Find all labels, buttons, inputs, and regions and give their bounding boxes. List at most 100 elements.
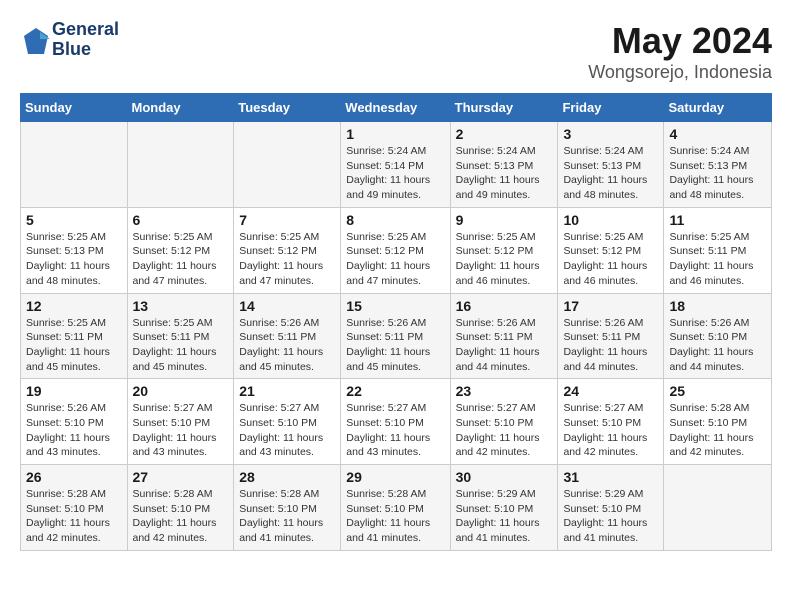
column-header-thursday: Thursday: [450, 94, 558, 122]
day-info: Sunrise: 5:26 AM Sunset: 5:11 PM Dayligh…: [456, 316, 553, 375]
calendar-cell: 4 Sunrise: 5:24 AM Sunset: 5:13 PM Daylig…: [664, 122, 772, 208]
day-info: Sunrise: 5:27 AM Sunset: 5:10 PM Dayligh…: [456, 401, 553, 460]
day-number: 15: [346, 298, 444, 314]
calendar-cell: [21, 122, 128, 208]
calendar-cell: 24Sunrise: 5:27 AM Sunset: 5:10 PM Dayli…: [558, 379, 664, 465]
logo-icon: [20, 26, 48, 54]
day-number: 31: [563, 469, 658, 485]
day-info: Sunrise: 5:28 AM Sunset: 5:10 PM Dayligh…: [239, 487, 335, 546]
day-info: Sunrise: 5:25 AM Sunset: 5:11 PM Dayligh…: [133, 316, 229, 375]
calendar-cell: 2 Sunrise: 5:24 AM Sunset: 5:13 PM Daylig…: [450, 122, 558, 208]
day-number: 4: [669, 126, 766, 142]
column-header-sunday: Sunday: [21, 94, 128, 122]
day-number: 3: [563, 126, 658, 142]
day-number: 2: [456, 126, 553, 142]
day-number: 30: [456, 469, 553, 485]
day-number: 9: [456, 212, 553, 228]
day-info: Sunrise: 5:25 AM Sunset: 5:12 PM Dayligh…: [239, 230, 335, 289]
calendar-cell: 31 Sunrise: 5:29 AM Sunset: 5:10 PM Dayli…: [558, 465, 664, 551]
day-info: Sunrise: 5:24 AM Sunset: 5:13 PM Dayligh…: [456, 144, 553, 203]
column-header-tuesday: Tuesday: [234, 94, 341, 122]
calendar-cell: [127, 122, 234, 208]
day-number: 26: [26, 469, 122, 485]
calendar-cell: [234, 122, 341, 208]
day-number: 11: [669, 212, 766, 228]
day-info: Sunrise: 5:25 AM Sunset: 5:12 PM Dayligh…: [133, 230, 229, 289]
calendar-cell: 7 Sunrise: 5:25 AM Sunset: 5:12 PM Daylig…: [234, 207, 341, 293]
calendar-cell: 20 Sunrise: 5:27 AM Sunset: 5:10 PM Dayli…: [127, 379, 234, 465]
day-info: Sunrise: 5:25 AM Sunset: 5:12 PM Dayligh…: [346, 230, 444, 289]
day-number: 6: [133, 212, 229, 228]
day-number: 25: [669, 383, 766, 399]
day-number: 28: [239, 469, 335, 485]
day-number: 5: [26, 212, 122, 228]
column-header-saturday: Saturday: [664, 94, 772, 122]
day-number: 24: [563, 383, 658, 399]
day-number: 29: [346, 469, 444, 485]
calendar-header-row: SundayMondayTuesdayWednesdayThursdayFrid…: [21, 94, 772, 122]
calendar-cell: 25Sunrise: 5:28 AM Sunset: 5:10 PM Dayli…: [664, 379, 772, 465]
page-title: May 2024: [588, 20, 772, 62]
page-subtitle: Wongsorejo, Indonesia: [588, 62, 772, 83]
day-info: Sunrise: 5:24 AM Sunset: 5:13 PM Dayligh…: [563, 144, 658, 203]
calendar-cell: 14 Sunrise: 5:26 AM Sunset: 5:11 PM Dayli…: [234, 293, 341, 379]
day-info: Sunrise: 5:26 AM Sunset: 5:10 PM Dayligh…: [26, 401, 122, 460]
day-number: 14: [239, 298, 335, 314]
logo: General Blue: [20, 20, 119, 60]
day-info: Sunrise: 5:29 AM Sunset: 5:10 PM Dayligh…: [563, 487, 658, 546]
day-info: Sunrise: 5:26 AM Sunset: 5:11 PM Dayligh…: [239, 316, 335, 375]
day-info: Sunrise: 5:26 AM Sunset: 5:10 PM Dayligh…: [669, 316, 766, 375]
day-number: 22: [346, 383, 444, 399]
day-number: 12: [26, 298, 122, 314]
day-info: Sunrise: 5:26 AM Sunset: 5:11 PM Dayligh…: [563, 316, 658, 375]
calendar-week-row: 12 Sunrise: 5:25 AM Sunset: 5:11 PM Dayli…: [21, 293, 772, 379]
calendar-cell: 1Sunrise: 5:24 AM Sunset: 5:14 PM Daylig…: [341, 122, 450, 208]
calendar-cell: 3 Sunrise: 5:24 AM Sunset: 5:13 PM Daylig…: [558, 122, 664, 208]
day-info: Sunrise: 5:25 AM Sunset: 5:12 PM Dayligh…: [563, 230, 658, 289]
calendar-cell: 18 Sunrise: 5:26 AM Sunset: 5:10 PM Dayli…: [664, 293, 772, 379]
day-number: 17: [563, 298, 658, 314]
page-header: General Blue May 2024 Wongsorejo, Indone…: [20, 20, 772, 83]
calendar-cell: 5 Sunrise: 5:25 AM Sunset: 5:13 PM Daylig…: [21, 207, 128, 293]
calendar-week-row: 5 Sunrise: 5:25 AM Sunset: 5:13 PM Daylig…: [21, 207, 772, 293]
day-info: Sunrise: 5:27 AM Sunset: 5:10 PM Dayligh…: [239, 401, 335, 460]
calendar-cell: 22Sunrise: 5:27 AM Sunset: 5:10 PM Dayli…: [341, 379, 450, 465]
calendar-cell: 15 Sunrise: 5:26 AM Sunset: 5:11 PM Dayli…: [341, 293, 450, 379]
day-info: Sunrise: 5:25 AM Sunset: 5:11 PM Dayligh…: [669, 230, 766, 289]
day-number: 20: [133, 383, 229, 399]
calendar-cell: 12 Sunrise: 5:25 AM Sunset: 5:11 PM Dayli…: [21, 293, 128, 379]
calendar-week-row: 26 Sunrise: 5:28 AM Sunset: 5:10 PM Dayli…: [21, 465, 772, 551]
day-number: 13: [133, 298, 229, 314]
day-number: 10: [563, 212, 658, 228]
day-info: Sunrise: 5:25 AM Sunset: 5:11 PM Dayligh…: [26, 316, 122, 375]
calendar-week-row: 1Sunrise: 5:24 AM Sunset: 5:14 PM Daylig…: [21, 122, 772, 208]
day-info: Sunrise: 5:24 AM Sunset: 5:14 PM Dayligh…: [346, 144, 444, 203]
day-info: Sunrise: 5:28 AM Sunset: 5:10 PM Dayligh…: [133, 487, 229, 546]
calendar-cell: 28 Sunrise: 5:28 AM Sunset: 5:10 PM Dayli…: [234, 465, 341, 551]
calendar-cell: [664, 465, 772, 551]
column-header-friday: Friday: [558, 94, 664, 122]
day-info: Sunrise: 5:24 AM Sunset: 5:13 PM Dayligh…: [669, 144, 766, 203]
calendar-cell: 26Sunrise: 5:28 AM Sunset: 5:10 PM Dayli…: [21, 465, 128, 551]
day-number: 7: [239, 212, 335, 228]
calendar-cell: 27 Sunrise: 5:28 AM Sunset: 5:10 PM Dayli…: [127, 465, 234, 551]
day-number: 8: [346, 212, 444, 228]
day-number: 18: [669, 298, 766, 314]
day-info: Sunrise: 5:25 AM Sunset: 5:13 PM Dayligh…: [26, 230, 122, 289]
calendar-cell: 17 Sunrise: 5:26 AM Sunset: 5:11 PM Dayli…: [558, 293, 664, 379]
calendar-cell: 30Sunrise: 5:29 AM Sunset: 5:10 PM Dayli…: [450, 465, 558, 551]
title-block: May 2024 Wongsorejo, Indonesia: [588, 20, 772, 83]
calendar-cell: 16 Sunrise: 5:26 AM Sunset: 5:11 PM Dayli…: [450, 293, 558, 379]
day-number: 23: [456, 383, 553, 399]
calendar-cell: 11 Sunrise: 5:25 AM Sunset: 5:11 PM Dayli…: [664, 207, 772, 293]
day-info: Sunrise: 5:26 AM Sunset: 5:11 PM Dayligh…: [346, 316, 444, 375]
day-number: 16: [456, 298, 553, 314]
day-info: Sunrise: 5:27 AM Sunset: 5:10 PM Dayligh…: [133, 401, 229, 460]
calendar-table: SundayMondayTuesdayWednesdayThursdayFrid…: [20, 93, 772, 551]
calendar-cell: 6 Sunrise: 5:25 AM Sunset: 5:12 PM Daylig…: [127, 207, 234, 293]
logo-text: General Blue: [52, 20, 119, 60]
day-number: 27: [133, 469, 229, 485]
column-header-monday: Monday: [127, 94, 234, 122]
day-info: Sunrise: 5:28 AM Sunset: 5:10 PM Dayligh…: [346, 487, 444, 546]
calendar-cell: 21Sunrise: 5:27 AM Sunset: 5:10 PM Dayli…: [234, 379, 341, 465]
